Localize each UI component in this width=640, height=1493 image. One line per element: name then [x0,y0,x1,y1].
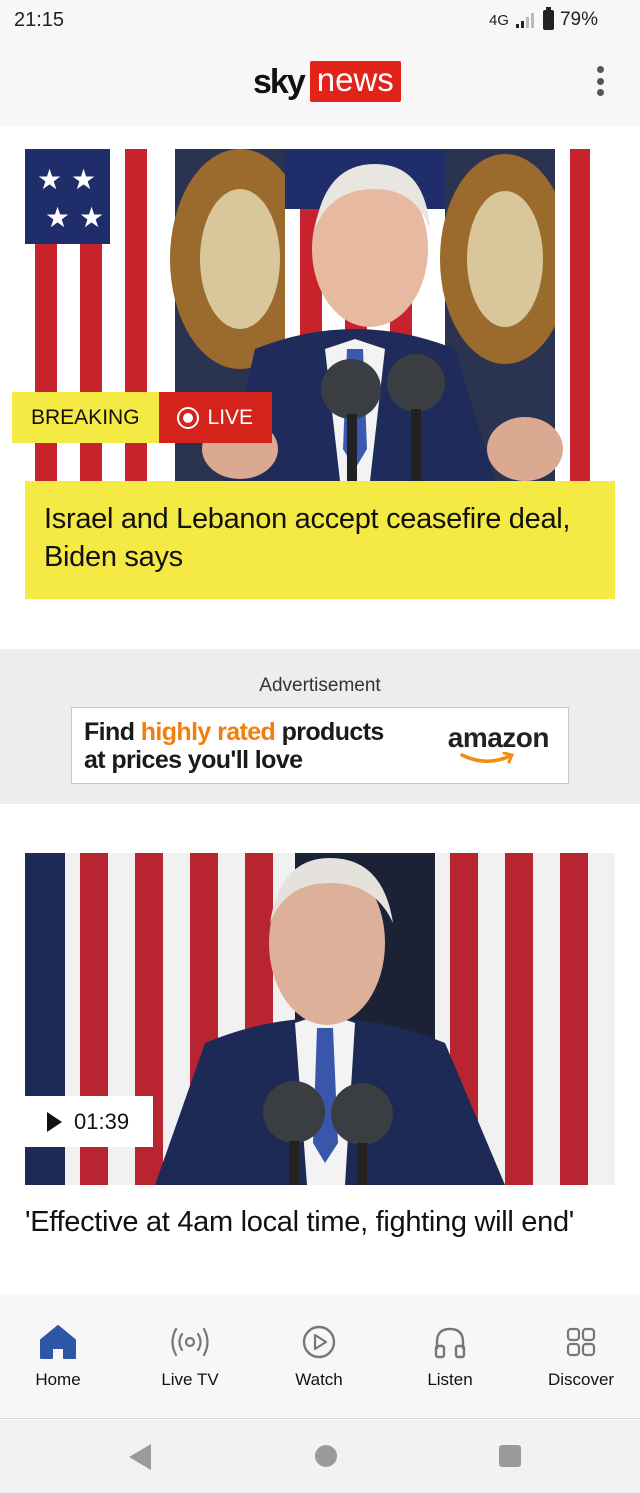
ad-text-highlight: highly rated [140,718,276,746]
advertisement-banner[interactable]: Find highly rated products at prices you… [71,707,569,784]
video-duration: 01:39 [74,1108,130,1134]
article-badges: BREAKING LIVE [12,392,273,443]
nav-item-watch[interactable]: Watch [255,1294,383,1419]
status-time: 21:15 [14,9,65,31]
article-headline[interactable]: Israel and Lebanon accept ceasefire deal… [44,500,596,576]
ad-text-line2: at prices you'll love [84,746,303,774]
battery-icon [542,7,554,30]
back-icon[interactable] [129,1444,151,1470]
bottom-navigation: Home Live TV Watch Listen Discover [0,1294,640,1419]
status-bar: 21:15 4G 79% [0,0,640,42]
system-navigation-bar [0,1420,640,1493]
home-icon [40,1325,76,1359]
advertisement-section: Advertisement Find highly rated products… [0,649,640,804]
breaking-badge: BREAKING [12,392,159,443]
video-duration-badge[interactable]: 01:39 [25,1096,153,1147]
home-button-icon[interactable] [315,1445,337,1467]
ad-copy: Find highly rated products at prices you… [84,718,384,774]
recent-apps-icon[interactable] [499,1445,521,1467]
logo-sky-text: sky [253,62,306,101]
play-circle-icon [302,1325,336,1359]
signal-icon [515,13,534,28]
battery-level: 79% [559,9,598,30]
nav-label-watch: Watch [295,1370,343,1389]
nav-item-listen[interactable]: Listen [386,1294,514,1419]
app-header: sky news [0,42,640,126]
nav-label-live-tv: Live TV [161,1370,219,1389]
svg-text:★ ★: ★ ★ [45,201,104,234]
nav-item-home[interactable]: Home [0,1294,122,1419]
nav-label-home: Home [35,1370,81,1389]
logo-news-text: news [309,61,401,102]
headphones-icon [434,1327,466,1359]
network-type: 4G [488,11,509,29]
nav-item-discover[interactable]: Discover [517,1294,640,1419]
more-vertical-icon[interactable] [596,66,604,96]
broadcast-icon [171,1327,209,1357]
live-indicator-icon [176,406,199,429]
grid-icon [566,1327,596,1357]
article-headline-card[interactable]: Israel and Lebanon accept ceasefire deal… [25,481,615,599]
play-icon [47,1111,62,1132]
ad-text-find: Find [84,718,135,746]
status-indicators: 4G 79% [488,7,598,31]
svg-text:★ ★: ★ ★ [37,163,96,196]
amazon-smile-icon [460,752,515,764]
nav-label-listen: Listen [427,1370,473,1389]
live-badge: LIVE [158,392,273,443]
live-badge-label: LIVE [207,406,254,429]
nav-label-discover: Discover [547,1370,615,1389]
video-headline[interactable]: 'Effective at 4am local time, fighting w… [25,1204,615,1241]
amazon-logo: amazon [447,722,550,753]
nav-item-live-tv[interactable]: Live TV [126,1294,254,1419]
ad-text-products: products [281,718,385,746]
sky-news-logo[interactable]: sky news [253,61,401,102]
advertisement-label: Advertisement [259,675,381,696]
